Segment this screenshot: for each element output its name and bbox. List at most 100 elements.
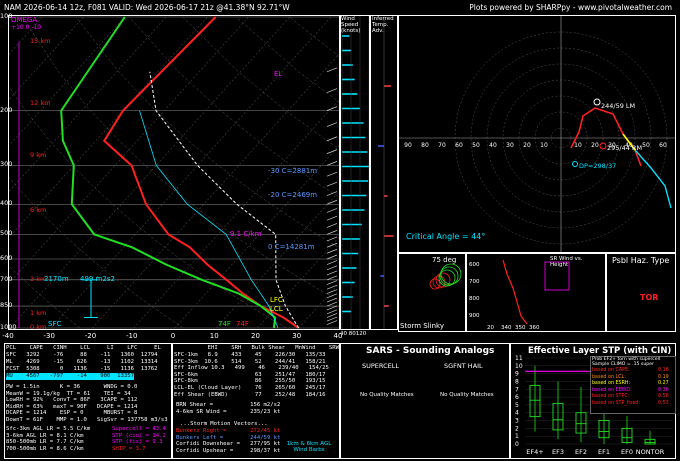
- sars-col-hail: SGFNT HAIL: [444, 362, 483, 370]
- kin-row: LCL-EL (Cloud Layer) 76 265/60 245/17: [174, 385, 326, 391]
- slinky-ring: [429, 278, 441, 290]
- parcel-row-fcst: FCST 5308 0 1136 -15 1136 13762: [6, 366, 158, 372]
- hodo-tick: 40: [489, 142, 497, 149]
- srw-xtick: 350: [515, 325, 526, 331]
- wind-barb: [326, 67, 338, 73]
- composite-row: STP (cin) = 14.2: [112, 432, 166, 439]
- stp-legend-label: based on LCL:: [592, 374, 626, 380]
- stp-ytick: 1: [515, 433, 519, 440]
- wind-barb: [326, 320, 338, 325]
- pressure-tick: 850: [0, 301, 13, 310]
- temp-tick: 40: [333, 332, 343, 340]
- thermo-row: DownT = 61F MMP = 1.0 SigSvr = 137758 m3…: [6, 417, 168, 423]
- wind-barb: [326, 199, 338, 205]
- c-label-3: 0 C=14281m: [268, 243, 315, 251]
- wind-barb: [326, 136, 338, 142]
- hodograph-panel: 908070605040302010102030405060708090244/…: [398, 15, 680, 253]
- wind-barb: [326, 122, 338, 127]
- kin-row: SFC-8km 86 255/50 193/15: [174, 378, 326, 385]
- wind-barb: [326, 215, 338, 221]
- kin-row: Eff Inflow 10.3 499 46 239/40 154/25: [174, 365, 329, 372]
- thermo-row: MeanW = 19.1g/kg TT = 61 TEI = 34: [6, 390, 131, 397]
- parcel-row-sfc: SFC 3292 -76 88 -11 1360 12794: [6, 352, 158, 358]
- kin-row: SFC-3km 10.6 514 52 244/41 158/21: [174, 358, 326, 365]
- kin-row: Eff Shear (EBWD) 77 252/48 184/16: [174, 391, 326, 398]
- parcel-row-mu: MU 4567 -797 -14 900 13357: [6, 373, 134, 380]
- pressure-tick: 400: [0, 199, 13, 208]
- srw-xtick: 340: [501, 325, 512, 331]
- stp-legend-label: based on STPC:: [592, 394, 630, 399]
- hodo-tick: 20: [523, 142, 531, 149]
- hodo-tick: 10: [540, 142, 548, 149]
- tadv-panel: [370, 15, 398, 330]
- height-label: 15 km: [30, 36, 51, 45]
- height-label: 0 km: [30, 323, 47, 331]
- lcl-label: LCL: [270, 305, 283, 313]
- hodo-trace-low: [570, 107, 642, 167]
- lfc-label: LFC: [270, 296, 283, 304]
- mixed-label: 499 m2s2: [80, 275, 115, 283]
- stp-legend-label: based on ESRH:: [592, 381, 631, 386]
- mixed-height: 2170m: [44, 275, 69, 283]
- storm-row: Corfidi Upshear = 298/37 kt: [176, 447, 281, 454]
- wind-barb: [326, 171, 338, 177]
- hodo-tick: 60: [659, 142, 667, 149]
- wind-barb: [326, 301, 338, 307]
- temp-tick: -10: [126, 332, 138, 340]
- lapse-label: 9.1 C/km: [230, 230, 262, 238]
- hodo-tick: 70: [438, 142, 446, 149]
- wind-barb-caption: 1km & 6km AGL Wind Barbs: [286, 441, 332, 453]
- stp-ytick: 7: [515, 386, 519, 393]
- thermo-row: PW = 1.5in K = 36 WNDG = 0.0: [6, 384, 138, 390]
- lapse-row: 850-500mb LR = 7.7 C/km: [6, 439, 84, 446]
- surface-temp-label: 74F: [236, 320, 249, 328]
- temp-tick: -20: [84, 332, 97, 340]
- pressure-tick: 600: [0, 254, 13, 262]
- stp-category: EF2: [575, 448, 587, 456]
- hodo-tick: 20: [591, 142, 599, 149]
- stp-category: EF0: [621, 448, 633, 456]
- wind-barb: [326, 297, 338, 303]
- windspeed-panel: [340, 15, 370, 330]
- wind-barb: [326, 248, 338, 254]
- wind-barb: [326, 260, 338, 265]
- hodo-tick: 50: [472, 142, 480, 149]
- srw-title: SR Wind vs. Height: [550, 256, 583, 268]
- rm-label: 295/44 RM: [607, 144, 642, 152]
- storm-slinky-chart: [429, 263, 462, 290]
- critical-angle: Critical Angle = 44°: [406, 232, 486, 241]
- stp-ytick: 11: [515, 355, 523, 362]
- lapse-row: Sfc-3km AGL LR = 5.5 C/km: [6, 426, 91, 432]
- sars-match-2: No Quality Matches: [440, 392, 494, 398]
- height-label: 12 km: [30, 98, 51, 107]
- thermo-row: LowRH = 92% ConvT = 86F 3CAPE = 112: [6, 397, 138, 404]
- height-label: 6 km: [30, 205, 47, 214]
- stp-legend-value: 0.53: [658, 400, 669, 406]
- storm-row: Bunkers Left = 244/59 kt: [176, 434, 281, 441]
- sars-col-supercell: SUPERCELL: [362, 362, 399, 370]
- haz-title: Psbl Haz. Type: [612, 256, 670, 265]
- c-label-1: -30 C=2881m: [268, 167, 318, 175]
- stp-category: EF4+: [526, 448, 543, 456]
- wetbulb-profile: [139, 110, 279, 329]
- kin-row: SFC-1km 8.9 433 45 226/30 135/33: [174, 352, 326, 358]
- hodo-tick: 50: [642, 142, 650, 149]
- stp-ytick: 8: [515, 378, 519, 385]
- stp-ytick: 6: [515, 394, 519, 401]
- srw-profile: [502, 259, 528, 325]
- temp-tick: 10: [209, 332, 219, 340]
- lapse-row: 3-6km AGL LR = 8.1 C/km: [6, 432, 84, 439]
- hodo-tick: 10: [574, 142, 582, 149]
- storm-slinky-panel: [398, 253, 466, 332]
- stp-title: Effective Layer STP (with CIN): [528, 346, 672, 356]
- stp-legend-label: based on EBWD:: [592, 387, 632, 393]
- wind-barb: [326, 313, 338, 318]
- windspeed-title: Wind Speed (knots): [341, 16, 361, 34]
- wind-barb: [326, 208, 338, 213]
- composite-row: SHIP = 3.7: [112, 445, 146, 452]
- kin-row: SFC-6km 63 251/47 180/17: [174, 371, 326, 378]
- srw-xtick: 20: [487, 325, 494, 331]
- wind-barb: [326, 242, 338, 248]
- composite-row: STP (fix) = 9.3: [112, 439, 163, 446]
- wind-barb: [326, 275, 338, 281]
